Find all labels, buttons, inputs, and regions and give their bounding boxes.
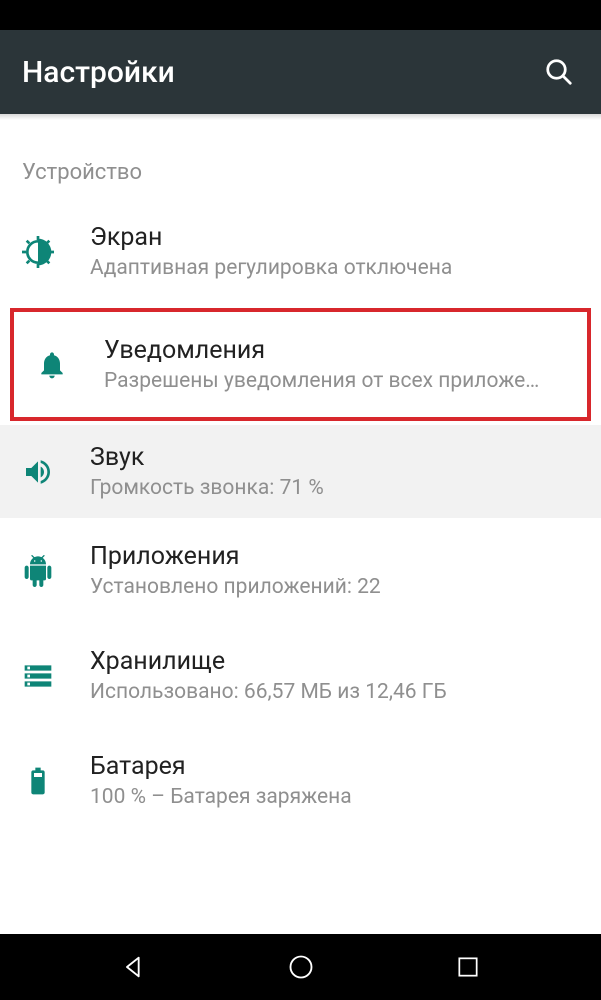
- list-item-battery[interactable]: Батарея 100 % – Батарея заряжена: [0, 728, 601, 833]
- list-item-notifications[interactable]: Уведомления Разрешены уведомления от все…: [10, 308, 591, 421]
- section-header: Устройство: [0, 148, 601, 199]
- list-item-storage[interactable]: Хранилище Использовано: 66,57 МБ из 12,4…: [0, 623, 601, 728]
- storage-icon: [22, 660, 90, 692]
- nav-recents-button[interactable]: [438, 944, 498, 990]
- list-item-apps[interactable]: Приложения Установлено приложений: 22: [0, 518, 601, 623]
- nav-home-button[interactable]: [271, 944, 331, 990]
- item-subtitle: 100 % – Батарея заряжена: [90, 785, 579, 809]
- nav-recents-icon: [455, 954, 481, 980]
- list-item-sound[interactable]: Звук Громкость звонка: 71 %: [0, 425, 601, 518]
- nav-home-icon: [287, 953, 315, 981]
- item-subtitle: Разрешены уведомления от всех приложе…: [104, 369, 565, 393]
- apps-icon: [22, 555, 90, 587]
- item-subtitle: Использовано: 66,57 МБ из 12,46 ГБ: [90, 680, 579, 704]
- battery-icon: [22, 765, 90, 797]
- nav-back-button[interactable]: [104, 944, 164, 990]
- status-bar: [0, 0, 601, 30]
- item-title: Батарея: [90, 752, 579, 781]
- item-title: Экран: [90, 223, 579, 252]
- settings-list: Экран Адаптивная регулировка отключена У…: [0, 199, 601, 833]
- notifications-icon: [36, 349, 104, 381]
- item-title: Приложения: [90, 542, 579, 571]
- item-title: Звук: [90, 443, 579, 472]
- search-button[interactable]: [539, 52, 579, 92]
- item-subtitle: Громкость звонка: 71 %: [90, 476, 579, 500]
- list-item-display[interactable]: Экран Адаптивная регулировка отключена: [0, 199, 601, 304]
- content-gap: [0, 120, 601, 148]
- sound-icon: [22, 456, 90, 488]
- nav-back-icon: [120, 953, 148, 981]
- item-subtitle: Адаптивная регулировка отключена: [90, 256, 579, 280]
- item-title: Уведомления: [104, 336, 565, 365]
- navigation-bar: [0, 934, 601, 1000]
- app-bar: Настройки: [0, 30, 601, 114]
- item-subtitle: Установлено приложений: 22: [90, 575, 579, 599]
- display-icon: [22, 236, 90, 268]
- app-bar-title: Настройки: [22, 55, 175, 90]
- search-icon: [544, 57, 574, 87]
- item-title: Хранилище: [90, 647, 579, 676]
